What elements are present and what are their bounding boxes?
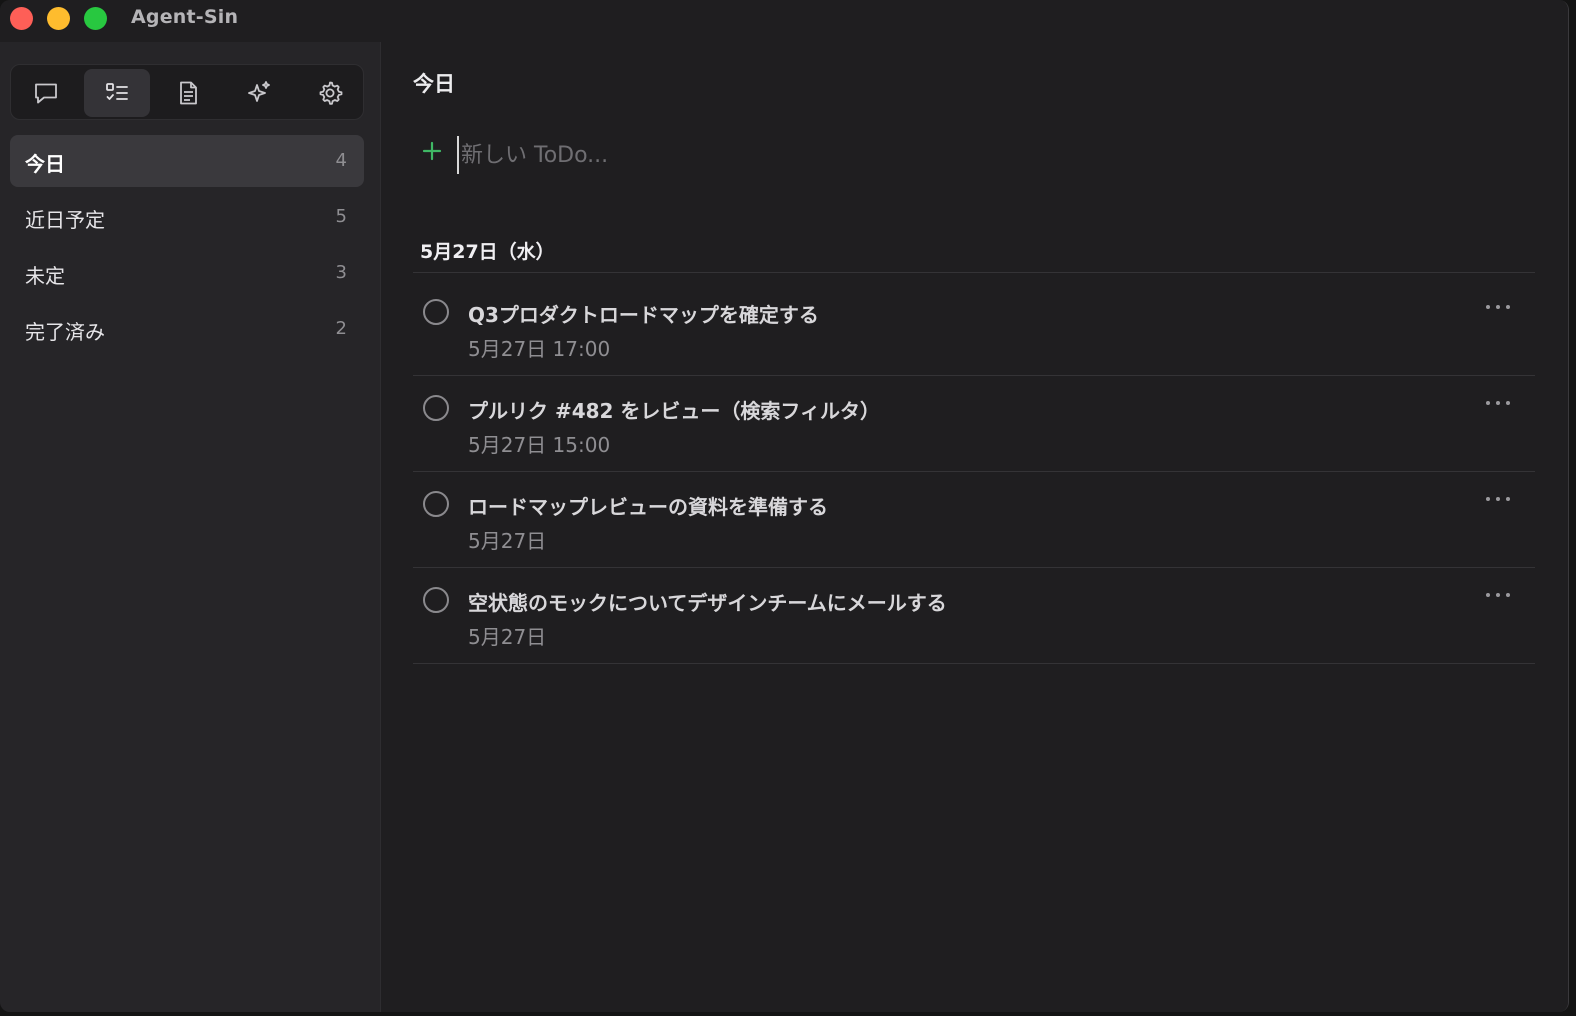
close-window-button[interactable] — [10, 7, 33, 30]
chat-icon — [35, 83, 57, 104]
maximize-window-button[interactable] — [84, 7, 107, 30]
task-checkbox[interactable] — [423, 587, 449, 613]
task-due-date: 5月27日 17:00 — [468, 337, 611, 361]
sidebar-item-label: 完了済み — [25, 320, 105, 344]
title-bar: Agent-Sin — [0, 0, 1568, 40]
app-title: Agent-Sin — [131, 6, 239, 28]
task-checkbox[interactable] — [423, 491, 449, 517]
sidebar-item-count: 3 — [335, 262, 347, 283]
sidebar-item-someday[interactable]: 未定 3 — [10, 247, 364, 299]
todo-button[interactable] — [84, 69, 150, 117]
page-title: 今日 — [413, 72, 455, 96]
task-title: 空状態のモックについてデザインチームにメールする — [468, 591, 947, 615]
more-options-button[interactable] — [1483, 295, 1513, 319]
task-due-date: 5月27日 15:00 — [468, 433, 611, 457]
sidebar-item-label: 近日予定 — [25, 208, 105, 232]
task-due-date: 5月27日 — [468, 529, 547, 553]
sidebar-item-count: 5 — [335, 206, 347, 227]
task-title: Q3プロダクトロードマップを確定する — [468, 303, 819, 327]
mode-toolbar — [10, 64, 364, 120]
more-options-button[interactable] — [1483, 487, 1513, 511]
minimize-window-button[interactable] — [47, 7, 70, 30]
sidebar-item-completed[interactable]: 完了済み 2 — [10, 303, 364, 355]
app-window: Agent-Sin 今日 4 近日予定 5 未定 3 完了済み 2 今日 新しい… — [0, 0, 1569, 1012]
new-todo-input[interactable] — [457, 136, 903, 174]
task-item[interactable]: ロードマップレビューの資料を準備する 5月27日 — [413, 465, 1535, 561]
ellipsis-icon — [1486, 593, 1510, 597]
settings-button[interactable] — [297, 69, 363, 117]
task-checkbox[interactable] — [423, 299, 449, 325]
sidebar-item-count: 4 — [335, 150, 347, 171]
date-section-header: 5月27日（水） — [420, 241, 555, 263]
sidebar: 今日 4 近日予定 5 未定 3 完了済み 2 — [0, 42, 381, 1012]
plus-icon[interactable] — [419, 138, 445, 164]
task-item[interactable]: プルリク #482 をレビュー（検索フィルタ） 5月27日 15:00 — [413, 369, 1535, 465]
new-todo-row — [419, 136, 919, 176]
sidebar-item-upcoming[interactable]: 近日予定 5 — [10, 191, 364, 243]
sidebar-item-count: 2 — [335, 318, 347, 339]
task-item[interactable]: 空状態のモックについてデザインチームにメールする 5月27日 — [413, 561, 1535, 657]
more-options-button[interactable] — [1483, 583, 1513, 607]
task-due-date: 5月27日 — [468, 625, 547, 649]
ai-button[interactable] — [226, 69, 292, 117]
notes-button[interactable] — [155, 69, 221, 117]
task-checkbox[interactable] — [423, 395, 449, 421]
chat-button[interactable] — [13, 69, 79, 117]
ellipsis-icon — [1486, 497, 1510, 501]
sidebar-item-label: 今日 — [25, 152, 65, 176]
sidebar-nav: 今日 4 近日予定 5 未定 3 完了済み 2 — [10, 135, 364, 359]
main-panel: 今日 5月27日（水） Q3プロダクトロードマップを確定する 5月27日 17:… — [381, 42, 1568, 1012]
gear-icon — [319, 81, 343, 105]
sparkle-icon — [248, 81, 270, 102]
more-options-button[interactable] — [1483, 391, 1513, 415]
sidebar-item-today[interactable]: 今日 4 — [10, 135, 364, 187]
divider — [413, 663, 1535, 664]
checklist-icon — [106, 83, 128, 100]
task-item[interactable]: Q3プロダクトロードマップを確定する 5月27日 17:00 — [413, 273, 1535, 369]
task-title: ロードマップレビューの資料を準備する — [468, 495, 828, 519]
task-title: プルリク #482 をレビュー（検索フィルタ） — [468, 399, 881, 423]
ellipsis-icon — [1486, 401, 1510, 405]
ellipsis-icon — [1486, 305, 1510, 309]
document-icon — [180, 81, 197, 105]
sidebar-item-label: 未定 — [25, 264, 65, 288]
